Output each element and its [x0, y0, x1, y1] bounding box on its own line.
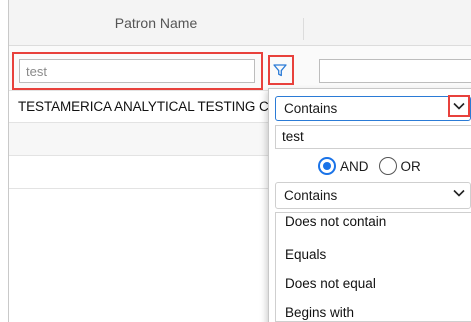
filter-button-highlight [268, 55, 294, 85]
and-radio[interactable] [318, 157, 336, 175]
and-radio-label[interactable]: AND [340, 159, 369, 174]
column-header-patron-name[interactable]: Patron Name [9, 0, 303, 46]
operator-1-dropdown-button[interactable] [448, 95, 470, 117]
logic-radio-group: AND OR [318, 155, 427, 177]
filter-value-1-text: test [282, 129, 304, 144]
filter-value-input-1[interactable]: test [275, 125, 471, 149]
filter-input-highlight [12, 52, 263, 90]
next-column-filter-input[interactable] [319, 59, 471, 83]
column-separator[interactable] [303, 18, 304, 40]
or-radio-label[interactable]: OR [401, 159, 421, 174]
filter-operator-select-1[interactable]: Contains [275, 96, 471, 121]
option-equals[interactable]: Equals [285, 247, 326, 262]
patron-name-cell: TESTAMERICA ANALYTICAL TESTING CORP [18, 99, 280, 114]
grid-filter-screen: Patron Name TESTAMERICA ANALYTICAL TESTI… [0, 0, 471, 322]
operator-options-list: Does not contain Equals Does not equal B… [275, 212, 471, 322]
option-does-not-contain[interactable]: Does not contain [285, 214, 386, 229]
operator-1-value: Contains [284, 101, 338, 116]
filter-operator-select-2[interactable]: Contains [275, 182, 471, 209]
option-does-not-equal[interactable]: Does not equal [285, 276, 376, 291]
or-radio[interactable] [378, 157, 397, 175]
option-begins-with[interactable]: Begins with [285, 305, 354, 320]
chevron-down-icon [453, 102, 465, 110]
column-header-label: Patron Name [114, 15, 198, 31]
chevron-down-icon[interactable] [453, 189, 465, 197]
operator-2-value: Contains [284, 188, 338, 203]
